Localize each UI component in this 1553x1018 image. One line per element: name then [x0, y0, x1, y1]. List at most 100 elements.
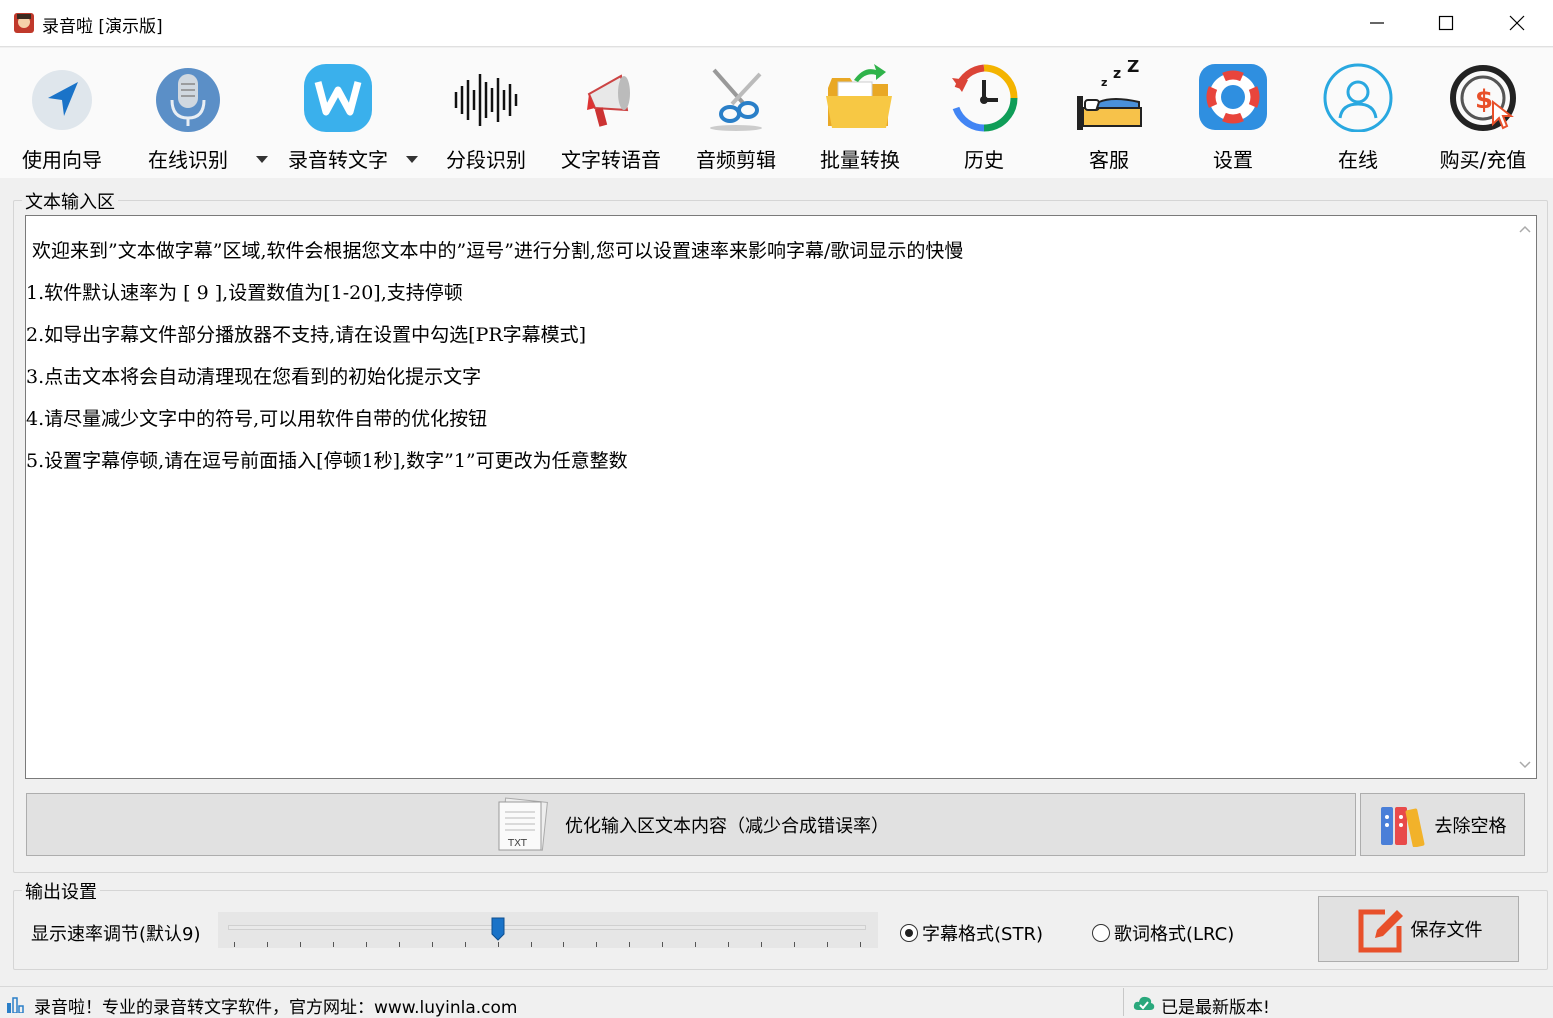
speed-slider-track — [228, 925, 866, 930]
status-left-text: 录音啦！专业的录音转文字软件，官方网址：www.luyinla.com — [34, 998, 518, 1018]
text-input-area[interactable]: 欢迎来到”文本做字幕”区域,软件会根据您文本中的”逗号”进行分割,您可以设置速率… — [25, 215, 1537, 779]
toolbar-batch-convert[interactable]: 批量转换 — [800, 56, 920, 172]
toolbar-online[interactable]: 在线 — [1298, 56, 1418, 172]
input-group-title: 文本输入区 — [22, 188, 118, 214]
navigation-arrow-icon — [32, 70, 92, 130]
bar-chart-icon — [7, 997, 24, 1013]
binders-icon — [1380, 806, 1424, 847]
maximize-button[interactable] — [1411, 0, 1481, 46]
cloud-check-icon — [1133, 996, 1155, 1010]
toolbar-label: 购买/充值 — [1439, 148, 1527, 172]
title-bar: 录音啦 [演示版] — [0, 0, 1553, 47]
radio-subtitle-format-label: 字幕格式(STR) — [922, 924, 1043, 945]
txt-file-icon: TXT — [498, 796, 548, 851]
toolbar-audio-editing[interactable]: 音频剪辑 — [676, 56, 796, 172]
scissors-icon — [710, 68, 762, 131]
slider-tick — [299, 942, 301, 947]
speed-label: 显示速率调节(默认9) — [31, 924, 201, 945]
toolbar-label: 客服 — [1089, 148, 1129, 172]
svg-text:z: z — [1113, 66, 1121, 82]
save-file-label: 保存文件 — [1410, 920, 1483, 941]
save-file-button[interactable]: 保存文件 — [1318, 896, 1519, 962]
megaphone-icon — [587, 74, 630, 127]
svg-text:z: z — [1101, 76, 1107, 89]
user-circle-icon — [1323, 63, 1393, 132]
optimize-text-button[interactable]: TXT 优化输入区文本内容（减少合成错误率） — [26, 793, 1356, 856]
scroll-up-icon[interactable] — [1519, 224, 1531, 236]
toolbar-online-recognition[interactable]: 在线识别 — [128, 56, 248, 172]
window-title: 录音啦 [演示版] — [42, 17, 163, 37]
maximize-icon — [1438, 15, 1454, 31]
slider-tick — [860, 942, 861, 947]
toolbar-label: 音频剪辑 — [696, 148, 776, 172]
audio-to-text-dropdown-icon[interactable] — [406, 156, 418, 163]
text-line: 5.设置字幕停顿,请在逗号前面插入[停顿1秒],数字”1”可更改为任意整数 — [26, 450, 628, 472]
slider-tick — [497, 942, 499, 947]
slider-tick — [530, 942, 532, 947]
slider-tick — [234, 942, 235, 947]
slider-tick — [431, 942, 433, 947]
toolbar-label: 设置 — [1213, 148, 1253, 172]
radio-subtitle-format[interactable]: 字幕格式(STR) — [900, 920, 1043, 946]
slider-tick — [332, 942, 334, 947]
toolbar-label: 文字转语音 — [561, 148, 661, 172]
toolbar-label: 使用向导 — [22, 148, 102, 172]
text-line: 3.点击文本将会自动清理现在您看到的初始化提示文字 — [26, 366, 482, 388]
speed-slider-thumb[interactable] — [491, 917, 505, 941]
toolbar-label: 录音转文字 — [288, 148, 388, 172]
toolbar-text-to-speech[interactable]: 文字转语音 — [551, 56, 671, 172]
slider-tick — [563, 942, 565, 947]
toolbar-history[interactable]: 历史 — [924, 56, 1044, 172]
slider-tick — [728, 942, 730, 947]
slider-tick — [266, 942, 268, 947]
speed-slider[interactable] — [218, 912, 878, 948]
sleeping-bed-icon: z z Z — [1077, 60, 1142, 130]
remove-spaces-button[interactable]: 去除空格 — [1360, 793, 1525, 856]
text-line: 4.请尽量减少文字中的符号,可以用软件自带的优化按钮 — [26, 408, 488, 430]
close-button[interactable] — [1482, 0, 1552, 46]
slider-tick — [398, 942, 400, 947]
slider-tick — [827, 942, 829, 947]
radio-lyrics-format-label: 歌词格式(LRC) — [1114, 924, 1235, 945]
minimize-icon — [1370, 22, 1384, 24]
minimize-button[interactable] — [1342, 0, 1412, 46]
txt-label: TXT — [507, 838, 528, 849]
toolbar-purchase[interactable]: $ 购买/充值 — [1423, 56, 1543, 172]
text-line: 2.如导出字幕文件部分播放器不支持,请在设置中勾选[PR字幕模式] — [26, 324, 587, 346]
main-toolbar: 使用向导 在线识别 录音转文字 分段识别 文字转语音 音频剪辑 批量转换 历史 … — [0, 48, 1553, 178]
text-line: 1.软件默认速率为 [ 9 ],设置数值为[1-20],支持停顿 — [26, 282, 463, 304]
radio-subtitle-format-indicator — [900, 924, 918, 942]
scroll-down-icon[interactable] — [1519, 758, 1531, 770]
toolbar-label: 批量转换 — [820, 148, 900, 172]
slider-tick — [695, 942, 697, 947]
vertical-scrollbar[interactable] — [1514, 216, 1536, 778]
optimize-text-label: 优化输入区文本内容（减少合成错误率） — [565, 815, 889, 837]
radio-lyrics-format[interactable]: 歌词格式(LRC) — [1092, 920, 1234, 946]
radio-lyrics-format-indicator — [1092, 924, 1110, 942]
soundwave-icon — [454, 74, 518, 126]
svg-text:Z: Z — [1127, 60, 1139, 77]
online-recognition-dropdown-icon[interactable] — [256, 156, 268, 163]
output-group-title: 输出设置 — [22, 878, 100, 904]
toolbar-label: 在线识别 — [148, 148, 228, 172]
dollar-cursor-icon: $ — [1450, 65, 1516, 131]
toolbar-settings[interactable]: 设置 — [1173, 56, 1293, 172]
toolbar-audio-to-text[interactable]: 录音转文字 — [278, 56, 398, 172]
toolbar-guide[interactable]: 使用向导 — [2, 56, 122, 172]
clock-history-icon — [952, 64, 1018, 132]
toolbar-label: 分段识别 — [446, 148, 526, 172]
text-line: 欢迎来到”文本做字幕”区域,软件会根据您文本中的”逗号”进行分割,您可以设置速率… — [26, 240, 964, 262]
edit-icon — [1358, 909, 1403, 953]
lifebuoy-icon — [1199, 64, 1267, 130]
slider-tick — [464, 942, 466, 947]
microphone-icon — [156, 68, 220, 132]
svg-text:$: $ — [1475, 85, 1493, 115]
app-logo-icon — [14, 13, 34, 33]
status-bar: 录音啦！专业的录音转文字软件，官方网址：www.luyinla.com 已是最新… — [0, 986, 1553, 1018]
folder-icon — [826, 64, 892, 128]
toolbar-segment-recognition[interactable]: 分段识别 — [426, 56, 546, 172]
w-logo-icon — [304, 64, 372, 132]
toolbar-customer-service[interactable]: z z Z 客服 — [1049, 56, 1169, 172]
remove-spaces-label: 去除空格 — [1434, 815, 1507, 837]
slider-tick — [794, 942, 796, 947]
